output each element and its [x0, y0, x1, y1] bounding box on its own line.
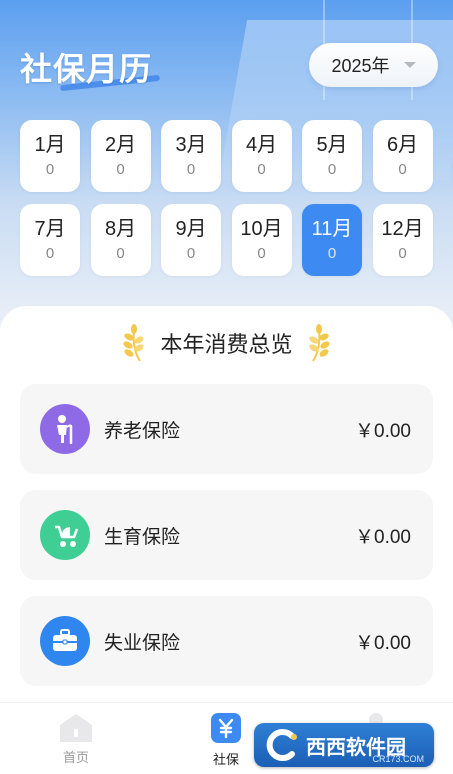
month-count: 0	[327, 161, 337, 178]
insurance-name: 生育保险	[104, 526, 181, 548]
month-jan[interactable]: 1月 0	[20, 120, 80, 192]
month-count: 0	[257, 245, 266, 262]
month-count: 0	[398, 245, 407, 262]
month-count: 0	[186, 245, 196, 262]
month-label: 9月	[175, 218, 207, 240]
month-aug[interactable]: 8月 0	[90, 204, 151, 276]
month-jun[interactable]: 6月 0	[372, 120, 433, 192]
year-selector-value: 2025年	[331, 56, 390, 76]
month-label: 12月	[381, 218, 424, 240]
chevron-down-icon	[403, 62, 416, 68]
wheat-right-icon	[308, 324, 330, 362]
month-apr[interactable]: 4月 0	[231, 120, 292, 192]
insurance-name: 养老保险	[104, 420, 181, 442]
month-label: 5月	[316, 134, 348, 156]
month-may[interactable]: 5月 0	[302, 120, 362, 192]
insurance-card-unemployment[interactable]: 失业保险 ￥0.00	[20, 596, 433, 686]
year-selector[interactable]: 2025年	[309, 43, 438, 87]
month-mar[interactable]: 3月 0	[161, 120, 221, 192]
watermark-c-icon	[266, 729, 297, 761]
tab-label: 社保	[212, 752, 239, 767]
insurance-card-pension[interactable]: 养老保险 ￥0.00	[20, 384, 433, 474]
insurance-name: 失业保险	[104, 632, 181, 654]
month-label: 6月	[386, 134, 419, 156]
elderly-person-icon	[40, 404, 90, 454]
month-oct[interactable]: 10月 0	[231, 204, 292, 276]
month-count: 0	[257, 161, 266, 178]
baby-stroller-icon	[40, 510, 90, 560]
overview-header: 本年消费总览	[0, 320, 453, 366]
month-grid: 1月 0 2月 0 3月 0 4月 0 5月 0 6月 0 7月 0 8月 0 …	[20, 120, 433, 276]
month-jul[interactable]: 7月 0	[20, 204, 80, 276]
month-dec[interactable]: 12月 0	[372, 204, 433, 276]
month-count: 0	[116, 161, 125, 178]
month-label: 3月	[175, 134, 207, 156]
month-count: 0	[398, 161, 407, 178]
insurance-amount: ￥0.00	[355, 420, 411, 442]
month-count: 0	[327, 245, 337, 262]
yuan-icon	[211, 713, 241, 743]
month-count: 0	[45, 161, 55, 178]
watermark-subtext: CR173.COM	[372, 754, 424, 764]
page-title: 社保月历	[20, 51, 153, 87]
month-label: 10月	[240, 218, 283, 240]
month-nov-selected[interactable]: 11月 0	[302, 204, 362, 276]
insurance-card-maternity[interactable]: 生育保险 ￥0.00	[20, 490, 433, 580]
briefcase-icon	[40, 616, 90, 666]
watermark-logo: 西西软件园 CR173.COM	[254, 723, 434, 767]
month-label: 1月	[34, 134, 66, 156]
month-sep[interactable]: 9月 0	[161, 204, 221, 276]
overview-title: 本年消费总览	[160, 332, 293, 357]
month-count: 0	[116, 245, 125, 262]
tab-label: 首页	[62, 750, 89, 765]
month-label: 2月	[104, 134, 137, 156]
home-icon	[60, 714, 92, 742]
month-label: 11月	[311, 218, 353, 240]
insurance-amount: ￥0.00	[355, 526, 411, 548]
wheat-left-icon	[123, 324, 145, 362]
month-label: 4月	[245, 134, 278, 156]
month-label: 7月	[34, 218, 66, 240]
tab-home[interactable]: 首页	[36, 711, 116, 771]
insurance-amount: ￥0.00	[355, 632, 411, 654]
month-count: 0	[186, 161, 196, 178]
month-count: 0	[45, 245, 55, 262]
month-label: 8月	[104, 218, 137, 240]
month-feb[interactable]: 2月 0	[90, 120, 151, 192]
